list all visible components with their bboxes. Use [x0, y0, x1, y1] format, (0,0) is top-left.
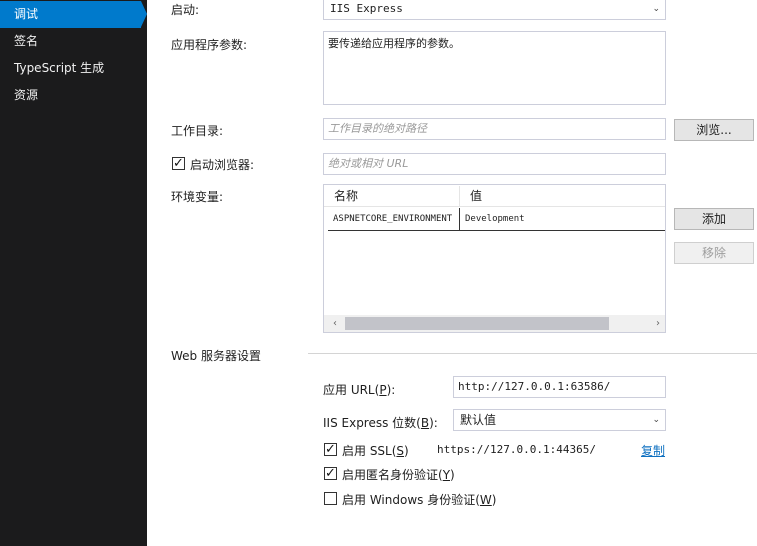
column-header-value[interactable]: 值 [460, 186, 665, 207]
enable-ssl-label: 启用 SSL(S) [342, 444, 409, 458]
scroll-right-icon[interactable]: › [656, 315, 660, 332]
windows-auth-checkbox[interactable] [324, 492, 337, 505]
launch-browser-label: 启动浏览器: [190, 158, 255, 172]
env-row-name-cell[interactable]: ASPNETCORE_ENVIRONMENT [328, 208, 460, 231]
bitness-select-value: 默认值 [460, 413, 497, 427]
sidebar-item-label: 调试 [14, 7, 39, 21]
check-icon: ✓ [325, 466, 336, 481]
working-dir-placeholder: 工作目录的绝对路径 [328, 122, 427, 135]
working-dir-label: 工作目录: [171, 124, 224, 138]
scroll-left-icon[interactable]: ‹ [333, 315, 337, 332]
env-vars-label: 环境变量: [171, 190, 224, 204]
working-dir-input[interactable]: 工作目录的绝对路径 [323, 118, 666, 140]
column-header-name[interactable]: 名称 [324, 186, 460, 207]
chevron-down-icon: ⌄ [652, 4, 660, 14]
bitness-label: IIS Express 位数(B): [323, 416, 438, 430]
app-args-textarea[interactable]: 要传递给应用程序的参数。 [323, 31, 666, 105]
sidebar-item-signing[interactable]: 签名 [0, 28, 147, 55]
sidebar-item-resources[interactable]: 资源 [0, 82, 147, 109]
launch-browser-url-input[interactable]: 绝对或相对 URL [323, 153, 666, 175]
sidebar-item-typescript-build[interactable]: TypeScript 生成 [0, 55, 147, 82]
env-vars-table[interactable]: 名称 值 ASPNETCORE_ENVIRONMENT Development … [323, 184, 666, 333]
chevron-down-icon: ⌄ [652, 415, 660, 425]
app-url-label: 应用 URL(P): [323, 383, 396, 397]
sidebar-item-label: 签名 [14, 34, 39, 48]
check-icon: ✓ [325, 442, 336, 457]
app-url-input[interactable]: http://127.0.0.1:63586/ [453, 376, 666, 398]
sidebar-item-debug[interactable]: 调试 [0, 1, 147, 28]
enable-ssl-checkbox[interactable]: ✓ [324, 442, 337, 457]
launch-select[interactable]: IIS Express ⌄ [323, 0, 666, 20]
app-args-label: 应用程序参数: [171, 38, 248, 52]
scroll-thumb[interactable] [345, 317, 609, 330]
sidebar-item-label: TypeScript 生成 [14, 61, 105, 75]
remove-env-button[interactable]: 移除 [674, 242, 754, 264]
windows-auth-label: 启用 Windows 身份验证(W) [342, 493, 497, 507]
ssl-url-text: https://127.0.0.1:44365/ [437, 443, 596, 456]
web-server-section-title: Web 服务器设置 [171, 349, 261, 363]
add-env-button[interactable]: 添加 [674, 208, 754, 230]
launch-select-value: IIS Express [330, 2, 403, 15]
browse-button[interactable]: 浏览... [674, 119, 754, 141]
launch-label: 启动: [171, 3, 200, 17]
launch-browser-checkbox[interactable]: ✓ [172, 156, 185, 171]
sidebar-item-label: 资源 [14, 88, 39, 102]
env-row-value-cell[interactable]: Development [460, 208, 665, 231]
check-icon: ✓ [173, 156, 184, 171]
bitness-select[interactable]: 默认值 ⌄ [453, 409, 666, 431]
launch-browser-url-placeholder: 绝对或相对 URL [328, 157, 409, 170]
horizontal-scrollbar[interactable]: ‹ › [324, 315, 665, 332]
section-divider [308, 353, 757, 354]
app-args-placeholder: 要传递给应用程序的参数。 [328, 37, 460, 50]
anonymous-auth-checkbox[interactable]: ✓ [324, 466, 337, 481]
selection-arrow-icon [141, 1, 147, 27]
sidebar: 调试 签名 TypeScript 生成 资源 [0, 0, 147, 546]
copy-ssl-url-link[interactable]: 复制 [641, 442, 665, 459]
anonymous-auth-label: 启用匿名身份验证(Y) [342, 468, 455, 482]
